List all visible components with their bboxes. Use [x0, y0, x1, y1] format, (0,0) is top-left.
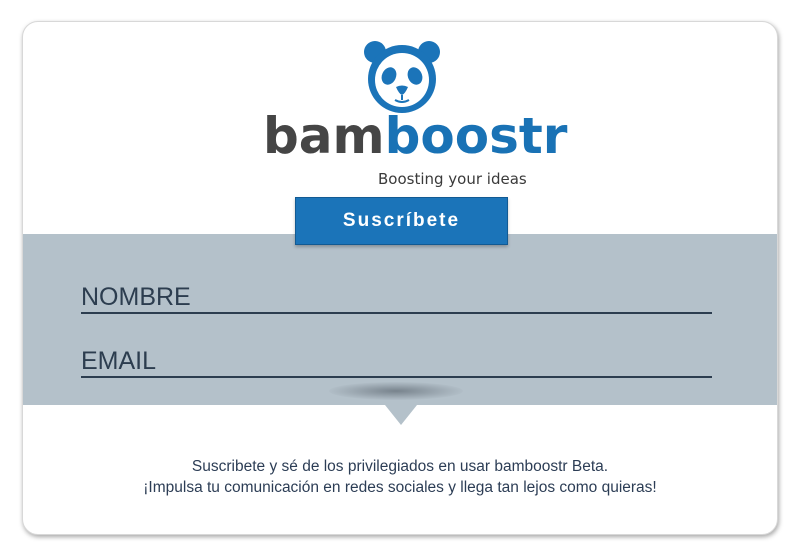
brand-wordmark: bamboostr	[263, 106, 567, 166]
signup-card: bamboostr Boosting your ideas Suscríbete…	[22, 21, 778, 535]
subscribe-button[interactable]: Suscríbete	[295, 197, 508, 245]
name-field	[81, 280, 712, 314]
email-field	[81, 344, 712, 378]
footer-line-1: Suscribete y sé de los privilegiados en …	[191, 458, 609, 475]
email-input[interactable]	[81, 346, 712, 376]
brand-name-part1: bam	[263, 107, 385, 165]
pointer-arrow	[385, 405, 417, 425]
brand-tagline: Boosting your ideas	[378, 170, 527, 188]
name-input[interactable]	[81, 282, 712, 312]
panda-face-icon	[364, 41, 440, 113]
form-band	[23, 234, 777, 405]
brand-name-part2: boostr	[384, 107, 568, 165]
footer-message: Suscribete y sé de los privilegiados en …	[23, 456, 777, 498]
decorative-shadow	[329, 382, 463, 400]
footer-line-2: ¡Impulsa tu comunicación en redes social…	[143, 479, 657, 496]
